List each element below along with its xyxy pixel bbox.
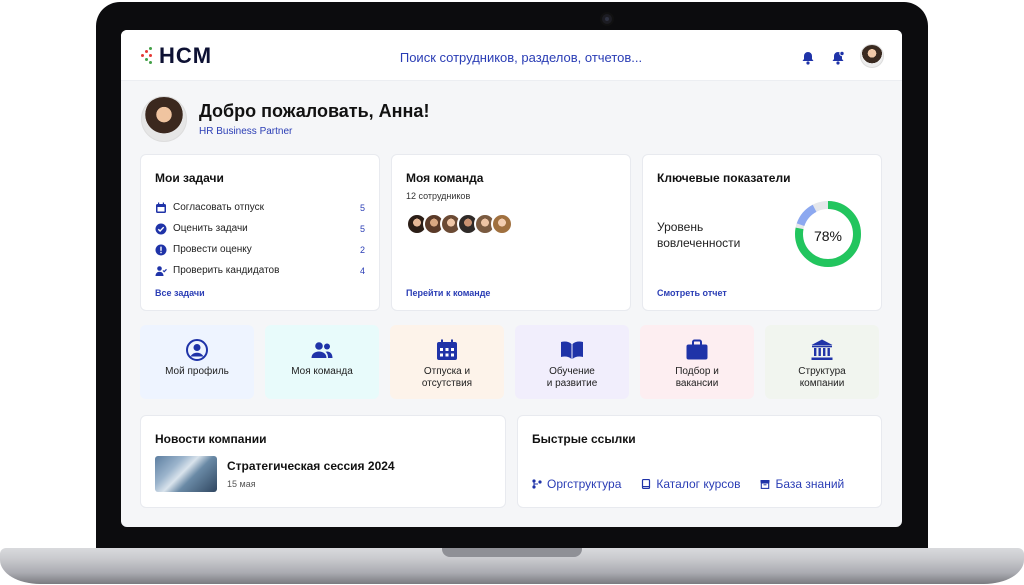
bank-icon bbox=[811, 339, 833, 360]
user-circle-icon bbox=[186, 339, 208, 361]
tile-label: Подбор и вакансии bbox=[675, 366, 719, 389]
go-to-team-link[interactable]: Перейти к команде bbox=[406, 288, 490, 298]
news-title: Новости компании bbox=[155, 432, 267, 446]
check-circle-icon bbox=[155, 223, 167, 234]
user-role: HR Business Partner bbox=[199, 126, 293, 137]
task-item[interactable]: Оценить задачи 5 bbox=[155, 218, 365, 239]
task-item[interactable]: Проверить кандидатов 4 bbox=[155, 260, 365, 281]
tile-learning[interactable]: Обучение и развитие bbox=[515, 325, 629, 399]
team-avatars[interactable] bbox=[406, 213, 513, 235]
quick-link-knowledge-base[interactable]: База знаний bbox=[760, 477, 844, 491]
task-list: Согласовать отпуск 5 Оценить задачи 5 Пр… bbox=[155, 197, 365, 281]
book-icon bbox=[642, 479, 651, 489]
tile-recruiting[interactable]: Подбор и вакансии bbox=[640, 325, 754, 399]
tile-label: Обучение и развитие bbox=[546, 366, 598, 389]
news-image[interactable] bbox=[155, 456, 217, 492]
engagement-value: 78% bbox=[813, 228, 843, 244]
laptop-notch bbox=[442, 548, 582, 557]
news-item-date: 15 мая bbox=[227, 479, 256, 489]
task-label: Согласовать отпуск bbox=[173, 202, 264, 213]
calendar-icon bbox=[156, 202, 166, 213]
kpi-title: Ключевые показатели bbox=[657, 171, 791, 185]
tasks-card: Мои задачи Согласовать отпуск 5 Оценить … bbox=[140, 154, 380, 311]
task-count: 5 bbox=[359, 223, 365, 234]
bell-icon[interactable] bbox=[800, 50, 816, 66]
tile-label: Структура компании bbox=[798, 366, 846, 389]
news-card: Новости компании Стратегическая сессия 2… bbox=[140, 415, 506, 508]
welcome-title: Добро пожаловать, Анна! bbox=[199, 101, 430, 121]
view-report-link[interactable]: Смотреть отчет bbox=[657, 288, 727, 298]
archive-icon bbox=[760, 480, 770, 489]
team-card: Моя команда 12 сотрудников Перейти к ком… bbox=[391, 154, 631, 311]
news-item-title[interactable]: Стратегическая сессия 2024 bbox=[227, 459, 395, 473]
tile-leave[interactable]: Отпуска и отсутствия bbox=[390, 325, 504, 399]
team-icon bbox=[311, 342, 333, 358]
quick-link-label: Оргструктура bbox=[547, 477, 622, 491]
tile-label: Мой профиль bbox=[165, 366, 229, 377]
team-title: Моя команда bbox=[406, 171, 484, 185]
quick-link-label: База знаний bbox=[775, 477, 845, 491]
task-label: Оценить задачи bbox=[173, 223, 248, 234]
quick-link-org[interactable]: Оргструктура bbox=[532, 477, 621, 491]
alert-circle-icon bbox=[155, 244, 167, 255]
task-label: Провести оценку bbox=[173, 244, 252, 255]
tile-label: Моя команда bbox=[291, 366, 353, 377]
search-input[interactable]: Поиск сотрудников, разделов, отчетов... bbox=[391, 50, 651, 65]
quick-links-card: Быстрые ссылки Оргструктура Каталог курс… bbox=[517, 415, 882, 508]
quick-link-courses[interactable]: Каталог курсов bbox=[641, 477, 740, 491]
logo[interactable]: HCM bbox=[141, 43, 213, 68]
task-count: 4 bbox=[359, 265, 365, 276]
briefcase-icon bbox=[686, 339, 708, 360]
book-icon bbox=[561, 341, 583, 359]
user-check-icon bbox=[155, 265, 167, 276]
header-actions bbox=[800, 44, 884, 68]
kpi-card: Ключевые показатели Уровень вовлеченност… bbox=[642, 154, 882, 311]
task-count: 2 bbox=[359, 244, 365, 255]
top-bar: HCM Поиск сотрудников, разделов, отчетов… bbox=[121, 30, 902, 81]
calendar-icon bbox=[437, 339, 457, 360]
task-label: Проверить кандидатов bbox=[173, 265, 280, 276]
profile-avatar bbox=[141, 96, 187, 142]
quick-links-list: Оргструктура Каталог курсов База знаний bbox=[532, 477, 844, 491]
logo-mark-icon bbox=[141, 47, 155, 64]
engagement-label: Уровень вовлеченности bbox=[657, 220, 741, 250]
org-icon bbox=[532, 479, 542, 489]
welcome-section: Добро пожаловать, Анна! HR Business Part… bbox=[141, 96, 429, 142]
tile-my-team[interactable]: Моя команда bbox=[265, 325, 379, 399]
app-screen: HCM Поиск сотрудников, разделов, отчетов… bbox=[121, 30, 902, 527]
tile-company-structure[interactable]: Структура компании bbox=[765, 325, 879, 399]
team-count: 12 сотрудников bbox=[406, 191, 471, 201]
tile-label: Отпуска и отсутствия bbox=[421, 366, 473, 389]
tile-my-profile[interactable]: Мой профиль bbox=[140, 325, 254, 399]
task-count: 5 bbox=[359, 202, 365, 213]
tasks-title: Мои задачи bbox=[155, 171, 224, 185]
quick-link-label: Каталог курсов bbox=[656, 477, 741, 491]
notification-bell-icon[interactable] bbox=[830, 50, 846, 66]
quick-links-title: Быстрые ссылки bbox=[532, 432, 636, 446]
camera-icon bbox=[602, 14, 612, 24]
task-item[interactable]: Провести оценку 2 bbox=[155, 239, 365, 260]
all-tasks-link[interactable]: Все задачи bbox=[155, 288, 205, 298]
user-avatar[interactable] bbox=[860, 44, 884, 68]
logo-text: HCM bbox=[159, 43, 213, 68]
team-member-avatar bbox=[491, 213, 513, 235]
task-item[interactable]: Согласовать отпуск 5 bbox=[155, 197, 365, 218]
